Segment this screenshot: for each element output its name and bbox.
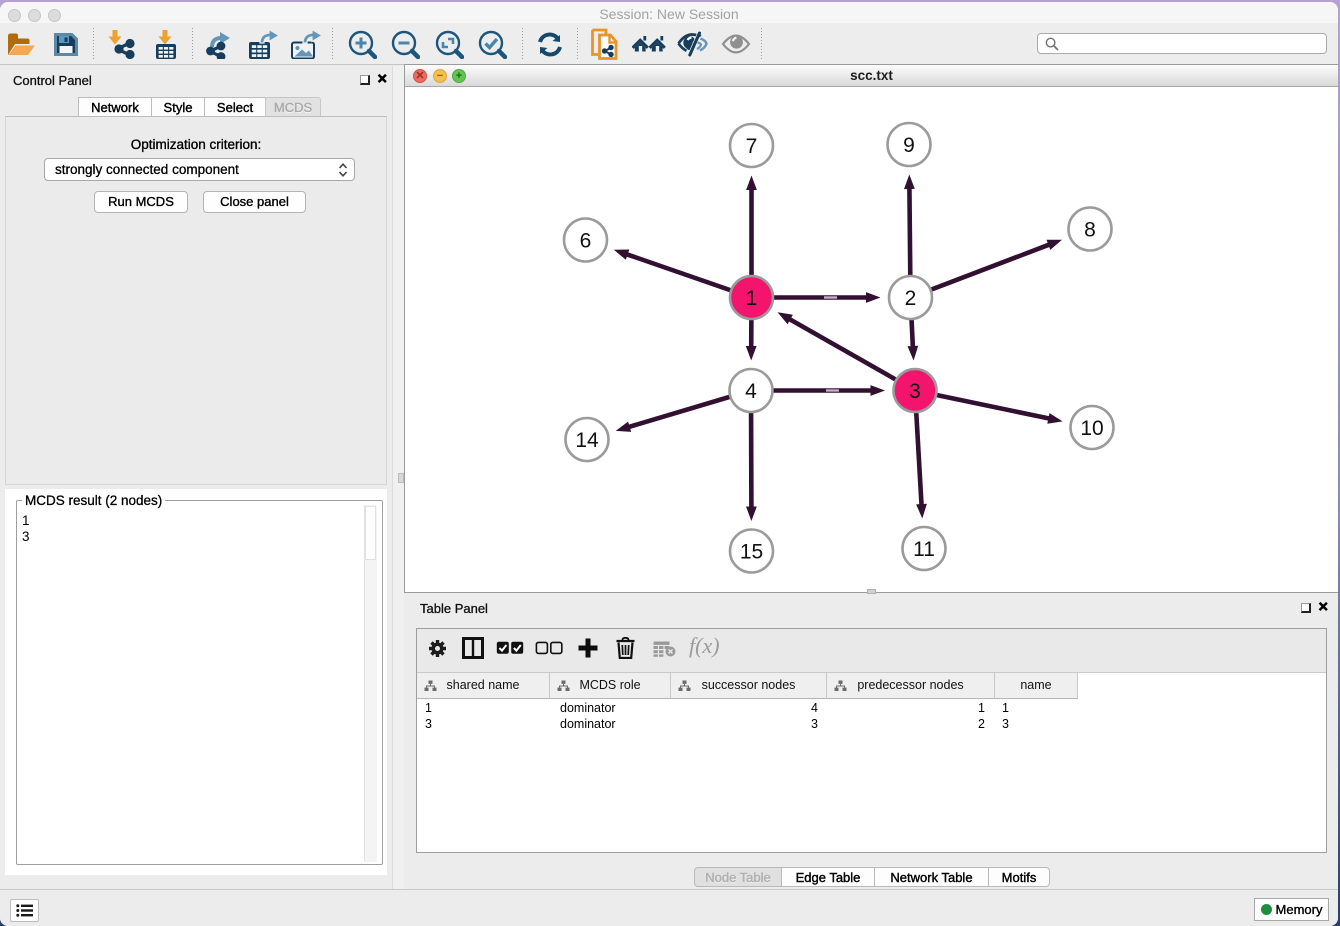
svg-text:2: 2 [905,287,917,310]
svg-text:14: 14 [575,429,599,452]
svg-text:10: 10 [1080,417,1103,440]
svg-text:11: 11 [913,538,935,561]
svg-text:4: 4 [745,380,757,403]
svg-text:15: 15 [740,541,763,564]
svg-text:1: 1 [746,287,758,310]
svg-text:3: 3 [909,380,921,403]
svg-text:7: 7 [746,135,758,158]
svg-text:9: 9 [903,134,915,157]
svg-text:6: 6 [580,230,592,253]
svg-text:8: 8 [1084,219,1096,242]
